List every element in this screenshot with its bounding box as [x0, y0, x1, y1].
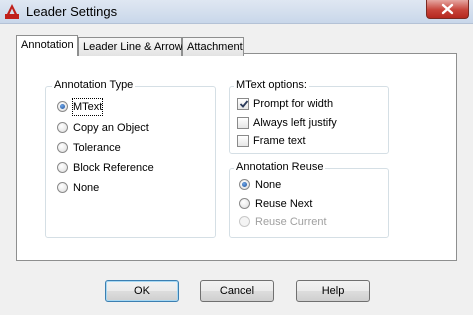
checkbox[interactable] — [237, 135, 249, 147]
checkbox-prompt-for-width[interactable]: Prompt for width — [237, 96, 382, 112]
radio-button[interactable] — [57, 162, 68, 173]
autocad-logo-icon — [5, 4, 19, 19]
radio-reuse-current: Reuse Current — [239, 214, 379, 230]
radio-tolerance[interactable]: Tolerance — [57, 140, 207, 156]
ok-button[interactable]: OK — [105, 280, 179, 302]
checkbox-label: Frame text — [253, 135, 306, 147]
radio-button[interactable] — [57, 182, 68, 193]
radio-label: None — [73, 182, 100, 194]
window-title: Leader Settings — [26, 4, 118, 19]
checkbox-label: Prompt for width — [253, 98, 334, 110]
cancel-button[interactable]: Cancel — [200, 280, 274, 302]
radio-button[interactable] — [57, 142, 68, 153]
checkbox-label: Always left justify — [253, 117, 337, 129]
radio-none-reuse[interactable]: None — [239, 177, 379, 193]
tab-attachment[interactable]: Attachment — [182, 37, 244, 56]
checkmark-icon — [239, 100, 249, 108]
radio-button[interactable] — [239, 179, 250, 190]
checkbox[interactable] — [237, 117, 249, 129]
radio-label: Copy an Object — [73, 122, 149, 134]
close-button[interactable] — [426, 0, 469, 19]
radio-button[interactable] — [57, 122, 68, 133]
radio-reuse-next[interactable]: Reuse Next — [239, 196, 379, 212]
tab-leader-line-arrow[interactable]: Leader Line & Arrow — [78, 37, 183, 56]
help-button[interactable]: Help — [296, 280, 370, 302]
radio-mtext[interactable]: MText — [57, 98, 207, 116]
radio-copy-an-object[interactable]: Copy an Object — [57, 120, 207, 136]
radio-label: Block Reference — [73, 162, 154, 174]
radio-label: Reuse Next — [255, 198, 313, 210]
annotation-type-title: Annotation Type — [52, 79, 136, 91]
checkbox-frame-text[interactable]: Frame text — [237, 133, 382, 149]
checkbox-always-left-justify[interactable]: Always left justify — [237, 115, 382, 131]
radio-label: None — [255, 179, 282, 191]
annotation-reuse-title: Annotation Reuse — [234, 161, 326, 173]
close-icon — [441, 3, 454, 15]
radio-button[interactable] — [57, 101, 68, 112]
mtext-options-title: MText options: — [234, 79, 309, 91]
radio-button — [239, 216, 250, 227]
radio-label: MText — [71, 98, 104, 116]
radio-button[interactable] — [239, 198, 250, 209]
radio-block-reference[interactable]: Block Reference — [57, 160, 207, 176]
tab-annotation[interactable]: Annotation — [16, 35, 78, 56]
radio-label: Tolerance — [73, 142, 121, 154]
radio-label: Reuse Current — [255, 216, 327, 228]
radio-none-annotation[interactable]: None — [57, 180, 207, 196]
checkbox[interactable] — [237, 98, 249, 110]
